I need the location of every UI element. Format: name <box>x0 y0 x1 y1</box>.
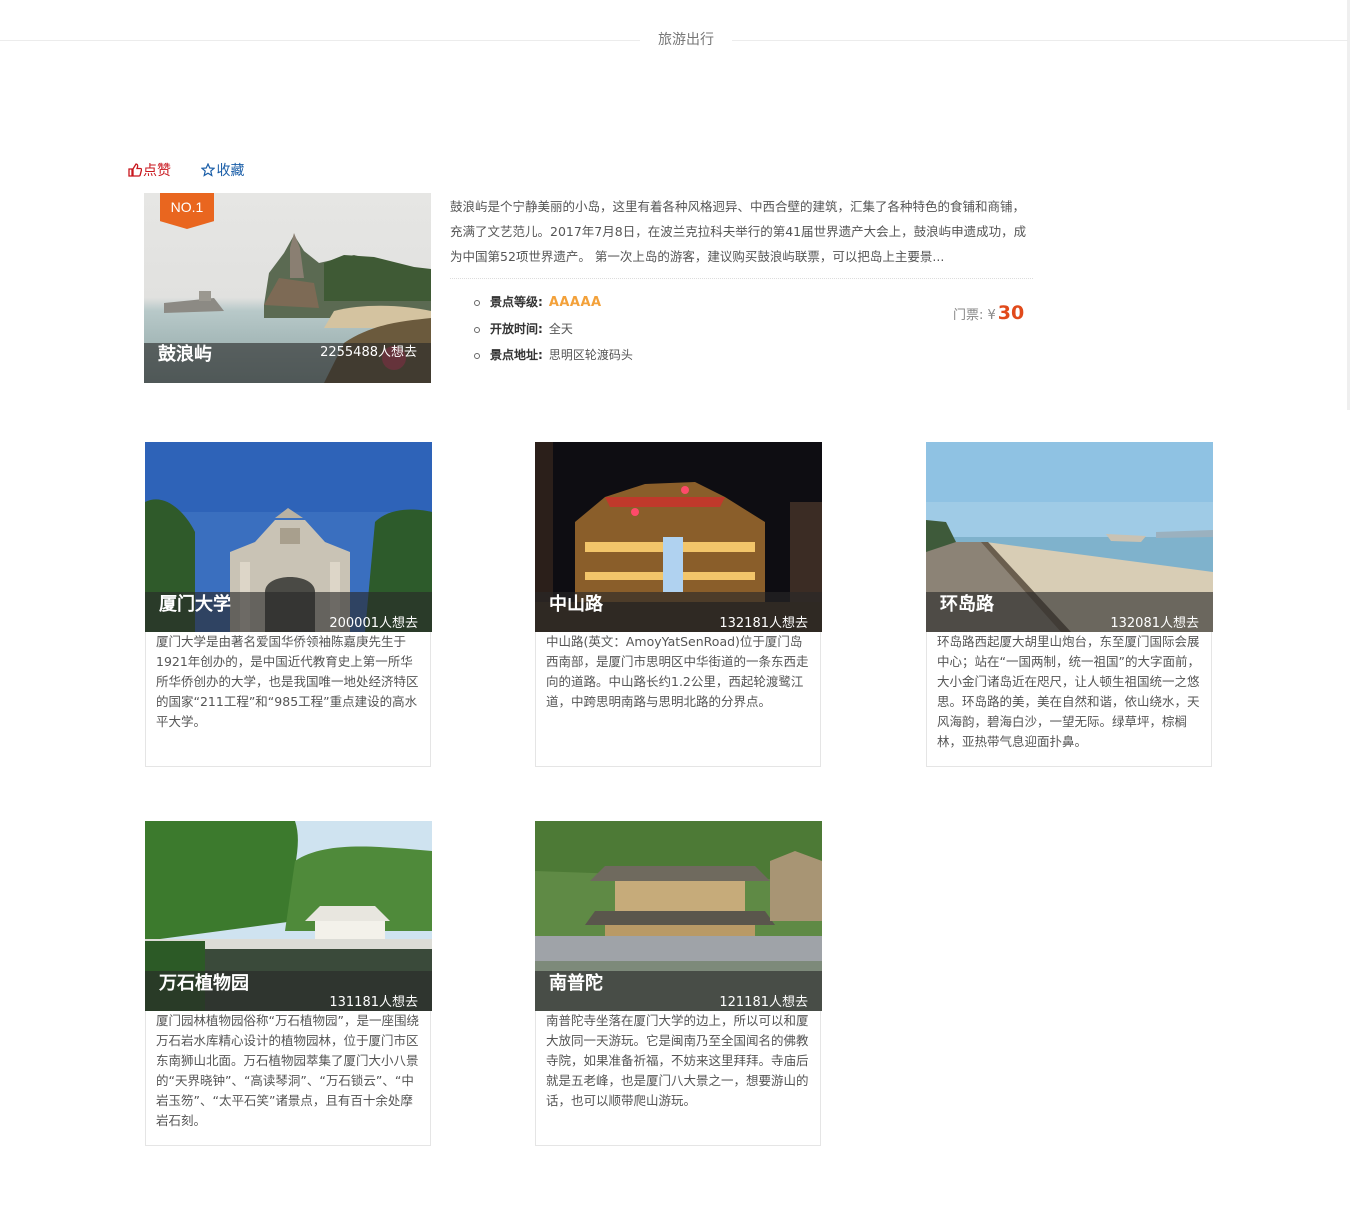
price-value: 30 <box>997 302 1025 324</box>
attraction-card[interactable]: 万石植物园 131181人想去 厦门园林植物园俗称“万石植物园”，是一座围绕万石… <box>145 821 432 1146</box>
card-count: 121181人想去 <box>719 995 808 1010</box>
card-name[interactable]: 环岛路 <box>940 594 994 616</box>
attraction-card[interactable]: 中山路 132181人想去 中山路(英文：AmoyYatSenRoad)位于厦门… <box>535 442 822 767</box>
featured-info-list: 景点等级: AAAAA 开放时间: 全天 景点地址: 思明区轮渡码头 <box>474 292 633 372</box>
info-label: 开放时间: <box>490 321 543 336</box>
ticket-price: 门票: ¥30 <box>953 300 1024 329</box>
card-description: 厦门大学是由著名爱国华侨领袖陈嘉庚先生于1921年创办的，是中国近代教育史上第一… <box>156 634 419 729</box>
info-rating: 景点等级: AAAAA <box>474 292 633 319</box>
address-value: 思明区轮渡码头 <box>548 348 633 362</box>
featured-image[interactable]: NO.1 鼓浪屿 2255488人想去 <box>144 193 431 383</box>
card-description: 厦门园林植物园俗称“万石植物园”，是一座围绕万石岩水库精心设计的植物园林，位于厦… <box>156 1013 419 1128</box>
action-bar: 点赞 收藏 <box>128 161 270 181</box>
star-icon <box>200 162 216 177</box>
card-image[interactable]: 厦门大学 200001人想去 <box>145 442 432 632</box>
attraction-card[interactable]: 南普陀 121181人想去 南普陀寺坐落在厦门大学的边上，所以可以和厦大放同一天… <box>535 821 822 1146</box>
card-description: 环岛路西起厦大胡里山炮台，东至厦门国际会展中心；站在“一国两制，统一祖国”的大字… <box>937 634 1200 749</box>
featured-name[interactable]: 鼓浪屿 <box>158 344 212 366</box>
info-address: 景点地址: 思明区轮渡码头 <box>474 345 633 372</box>
attraction-card[interactable]: 环岛路 132081人想去 环岛路西起厦大胡里山炮台，东至厦门国际会展中心；站在… <box>926 442 1213 767</box>
section-title: 旅游出行 <box>640 31 732 49</box>
card-description: 南普陀寺坐落在厦门大学的边上，所以可以和厦大放同一天游玩。它是闽南乃至全国闻名的… <box>546 1013 809 1108</box>
card-name[interactable]: 万石植物园 <box>159 973 249 995</box>
card-count: 131181人想去 <box>329 995 418 1010</box>
rating-value: AAAAA <box>548 295 602 310</box>
card-name[interactable]: 中山路 <box>549 594 603 616</box>
section-divider: 旅游出行 <box>0 31 1348 49</box>
info-label: 景点地址: <box>490 348 543 362</box>
card-count: 132181人想去 <box>719 616 808 631</box>
card-image[interactable]: 南普陀 121181人想去 <box>535 821 822 1011</box>
featured-description: 鼓浪屿是个宁静美丽的小岛，这里有着各种风格迥异、中西合壁的建筑，汇集了各种特色的… <box>450 199 1027 264</box>
card-description: 中山路(英文：AmoyYatSenRoad)位于厦门岛西南部，是厦门市思明区中华… <box>546 634 809 709</box>
price-label: 门票: ¥ <box>953 308 996 323</box>
info-hours: 开放时间: 全天 <box>474 319 633 346</box>
like-button[interactable]: 点赞 <box>128 161 171 181</box>
thumbs-up-icon <box>128 163 143 177</box>
card-image[interactable]: 万石植物园 131181人想去 <box>145 821 432 1011</box>
hours-value: 全天 <box>548 321 573 336</box>
favorite-label: 收藏 <box>216 163 245 179</box>
card-count: 200001人想去 <box>329 616 418 631</box>
card-count: 132081人想去 <box>1110 616 1199 631</box>
card-name[interactable]: 厦门大学 <box>159 594 231 616</box>
featured-count: 2255488人想去 <box>320 345 417 360</box>
info-label: 景点等级: <box>490 295 543 309</box>
card-name[interactable]: 南普陀 <box>549 973 603 995</box>
like-label: 点赞 <box>143 163 171 179</box>
card-image[interactable]: 环岛路 132081人想去 <box>926 442 1213 632</box>
favorite-button[interactable]: 收藏 <box>200 161 245 181</box>
divider <box>450 278 1033 279</box>
attraction-card[interactable]: 厦门大学 200001人想去 厦门大学是由著名爱国华侨领袖陈嘉庚先生于1921年… <box>145 442 432 767</box>
card-image[interactable]: 中山路 132181人想去 <box>535 442 822 632</box>
